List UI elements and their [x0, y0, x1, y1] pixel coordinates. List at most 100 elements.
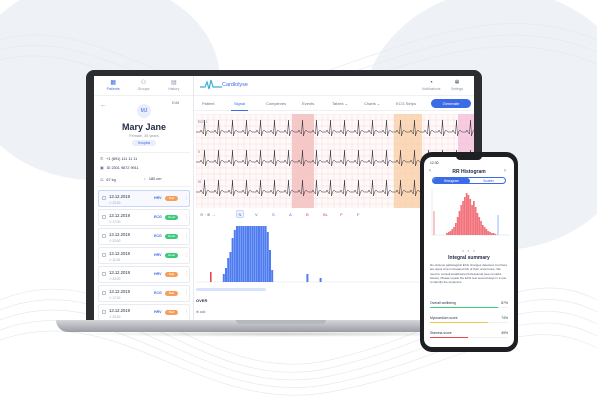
- checkbox[interactable]: [102, 291, 106, 295]
- sidebar-item-patients[interactable]: ▦ Patients: [99, 80, 127, 95]
- status-badge: Bad: [165, 196, 178, 201]
- lead-label: ECG I: [198, 120, 207, 124]
- beat-label-a[interactable]: A: [289, 212, 292, 217]
- top-bar: Cardiolyse ◔ Notifications ✲ Settings: [194, 76, 474, 96]
- list-item[interactable]: 13.12.2019 ⏱ 11:00 HRV Good ⋮: [98, 247, 190, 264]
- more-icon[interactable]: ⋮: [184, 271, 189, 277]
- patient-phone: ✆ +1 (891) 111 11 11: [100, 156, 137, 161]
- status-badge: Good: [165, 234, 178, 239]
- score-bar-fill: [430, 322, 488, 324]
- edit-button[interactable]: Edit: [172, 100, 179, 105]
- list-item[interactable]: 13.12.2019 ⏱ 23:00 ECG Good ⋮: [98, 228, 190, 245]
- histogram-bar: [462, 201, 464, 235]
- weight-icon: ⚖: [100, 178, 104, 182]
- tab-tables[interactable]: Tables ⌄: [332, 101, 348, 106]
- pager-dots: ● ● ●: [461, 248, 477, 253]
- product-mockup: ▦ Patients ⚇ Groups ▤ History ← MJ Mary Jane …: [0, 0, 597, 416]
- histogram-bar: [231, 238, 234, 282]
- histogram-bar: [260, 226, 263, 282]
- checkbox[interactable]: [102, 310, 106, 314]
- notifications-button[interactable]: ◔ Notifications: [422, 80, 440, 91]
- avatar: MJ: [137, 104, 151, 118]
- checkbox[interactable]: [102, 215, 106, 219]
- list-item[interactable]: 13.12.2019 ⏱ 17:00 ECG Good ⋮: [98, 209, 190, 226]
- beat-label-b[interactable]: B: [306, 212, 309, 217]
- record-time: ⏱ 17:00: [109, 295, 121, 300]
- back-arrow-icon[interactable]: ←: [100, 102, 107, 109]
- score-bar: [430, 307, 508, 309]
- beat-label-v[interactable]: V: [255, 212, 258, 217]
- score-row[interactable]: Myocardium score 74%: [430, 316, 508, 330]
- zoom-controls[interactable]: ⊖ · ⊕ →: [200, 212, 215, 217]
- more-icon[interactable]: ⋮: [184, 252, 189, 258]
- phone-status-time: 12:30: [430, 161, 439, 165]
- generate-button[interactable]: Generate: [431, 99, 471, 108]
- record-type: HRV: [154, 310, 162, 314]
- beat-label-f[interactable]: F: [357, 212, 359, 217]
- more-icon[interactable]: ⋮: [184, 290, 189, 296]
- checkbox[interactable]: [102, 253, 106, 257]
- beat-label-p[interactable]: P: [340, 212, 343, 217]
- phone-screen: 12:30 ‹ RR Histogram › Histogram Scatter…: [424, 157, 514, 347]
- histogram-bar: [471, 205, 473, 235]
- toggle-histogram[interactable]: Histogram: [433, 178, 470, 184]
- histogram-bar: [253, 226, 256, 282]
- histogram-bar: [469, 199, 472, 235]
- status-badge: Hospital: [132, 140, 156, 146]
- more-icon[interactable]: ⋮: [184, 233, 189, 239]
- list-item[interactable]: 13.12.2019 ⏱ 23:00 HRV Bad ⋮: [98, 266, 190, 283]
- histogram-bar: [229, 252, 232, 282]
- score-name: Myocardium score: [430, 316, 458, 320]
- score-bar: [430, 322, 508, 324]
- settings-button[interactable]: ✲ Settings: [448, 80, 466, 91]
- checkbox[interactable]: [102, 196, 106, 200]
- tab-events[interactable]: Events: [302, 101, 314, 106]
- beat-label-n[interactable]: N: [236, 210, 244, 218]
- tab-charts[interactable]: Charts ⌄: [364, 101, 380, 106]
- more-icon[interactable]: ⋮: [184, 214, 189, 220]
- patient-sidebar: ▦ Patients ⚇ Groups ▤ History ← MJ Mary Jane …: [94, 76, 194, 322]
- add-link[interactable]: ⊕ add: [196, 310, 205, 314]
- sidebar-nav: ▦ Patients ⚇ Groups ▤ History: [94, 76, 193, 96]
- more-icon[interactable]: ⋮: [184, 309, 189, 315]
- histogram-bar: [233, 230, 236, 282]
- scroll-range[interactable]: [196, 288, 266, 291]
- divider: [98, 186, 190, 187]
- settings-label: Settings: [450, 87, 464, 91]
- sidebar-item-history[interactable]: ▤ History: [160, 80, 188, 95]
- list-item[interactable]: 13.12.2019 ⏱ 23:00 HRV Bad ⋮: [98, 190, 190, 207]
- id-value: ID 2301 9872 9911: [106, 166, 139, 170]
- tab-signal[interactable]: Signal: [230, 101, 249, 111]
- histogram-bar: [464, 197, 466, 235]
- histogram-bar: [489, 232, 491, 235]
- histogram-bar: [306, 274, 309, 282]
- histogram-bar: [473, 201, 475, 235]
- phone-notch: [456, 155, 482, 160]
- ecg-highlight-zone: [394, 114, 422, 208]
- toggle-scatter[interactable]: Scatter: [470, 178, 507, 184]
- record-time: ⏱ 23:00: [109, 238, 121, 243]
- histogram-bar: [483, 227, 486, 235]
- beat-label-s[interactable]: S: [272, 212, 275, 217]
- score-row[interactable]: Stamina score 49%: [430, 331, 508, 345]
- histogram-bar: [447, 232, 450, 235]
- sidebar-item-label: History: [168, 87, 180, 91]
- histogram-bar: [269, 250, 271, 282]
- beat-label-bl[interactable]: BL: [323, 212, 328, 217]
- score-bar: [430, 337, 508, 339]
- score-bar-fill: [430, 337, 469, 339]
- score-row[interactable]: Overall wellbeing 87%: [430, 301, 508, 315]
- summary-text: No obvious pathological ECG changes dete…: [430, 263, 508, 285]
- list-item[interactable]: 13.12.2019 ⏱ 17:00 ECG Bad ⋮: [98, 285, 190, 302]
- share-icon[interactable]: ›: [504, 168, 506, 174]
- checkbox[interactable]: [102, 272, 106, 276]
- phone-title: RR Histogram: [452, 169, 486, 175]
- summary-title: Integral summary: [448, 255, 490, 261]
- checkbox[interactable]: [102, 234, 106, 238]
- tab-ecg-strips[interactable]: ECG Strips: [396, 101, 416, 106]
- list-item[interactable]: 13.12.2019 ⏱ 23:00 HRV Bad ⋮: [98, 304, 190, 321]
- tab-patient[interactable]: Patient: [202, 101, 214, 106]
- tab-complexes[interactable]: Complexes: [266, 101, 286, 106]
- more-icon[interactable]: ⋮: [184, 195, 189, 201]
- sidebar-item-groups[interactable]: ⚇ Groups: [129, 80, 157, 95]
